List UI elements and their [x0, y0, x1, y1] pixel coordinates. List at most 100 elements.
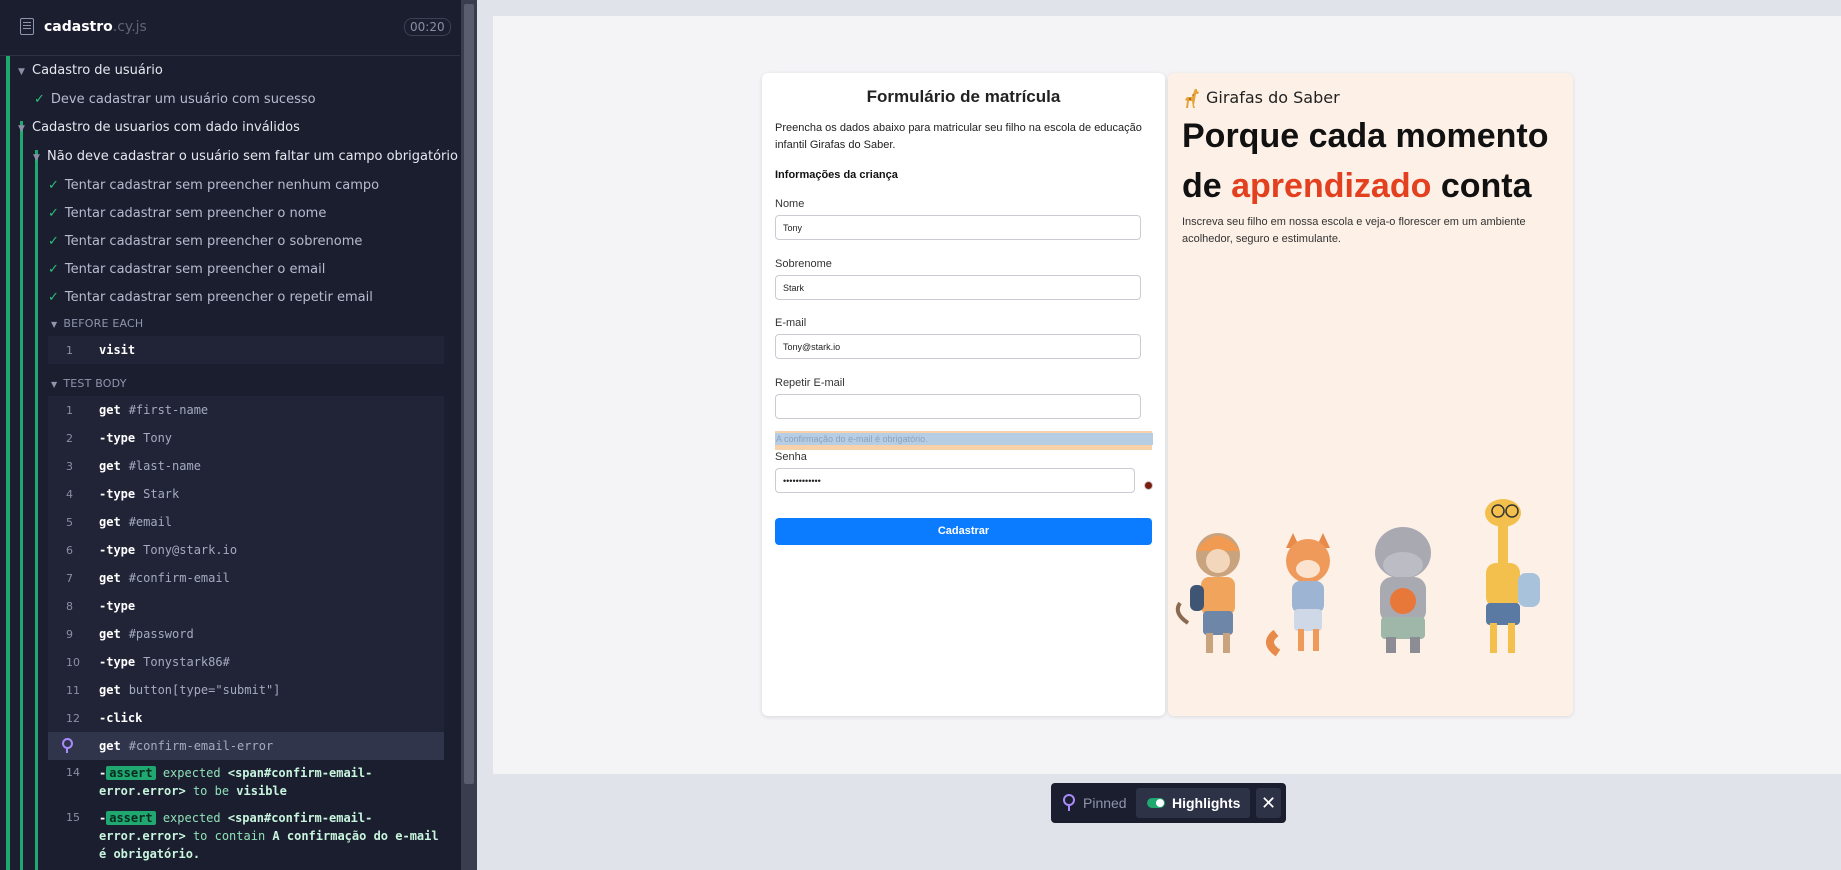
command-name: get #first-name	[99, 403, 209, 417]
form-intro: Preencha os dados abaixo para matricular…	[775, 122, 1142, 151]
suite-row[interactable]: ▼ Não deve cadastrar o usuário sem faltar…	[33, 149, 458, 164]
pin-icon	[62, 738, 73, 753]
command-name: -type	[99, 599, 136, 613]
check-icon: ✓	[48, 206, 59, 221]
command-name: -type Tony	[99, 431, 173, 445]
command-row-pinned[interactable]: get #confirm-email-error	[48, 732, 444, 760]
chevron-down-icon: ▼	[33, 153, 40, 163]
test-row[interactable]: ✓ Tentar cadastrar sem preencher nenhum c…	[48, 178, 379, 193]
enrollment-form: Formulário de matrícula Preencha os dado…	[762, 73, 1165, 716]
command-number: 7	[66, 572, 73, 585]
command-name: get #confirm-email	[99, 571, 230, 585]
command-message: Tony@stark.io	[143, 543, 238, 557]
command-row[interactable]: 4 -type Stark	[48, 480, 444, 508]
command-row[interactable]: 10 -type Tonystark86#	[48, 648, 444, 676]
pin-icon	[1063, 794, 1075, 811]
password-input[interactable]: ••••••••••••	[775, 468, 1135, 493]
command-number: 10	[66, 656, 80, 669]
suite-row[interactable]: ▼ Cadastro de usuarios com dado inválidos	[18, 120, 300, 135]
chevron-down-icon: ▼	[51, 380, 58, 389]
command-row[interactable]: 1 get #first-name	[48, 396, 444, 424]
reporter-scrollbar[interactable]: ▲	[461, 0, 477, 870]
check-icon: ✓	[48, 290, 59, 305]
test-row[interactable]: ✓ Tentar cadastrar sem preencher o sobren…	[48, 234, 362, 249]
check-icon: ✓	[48, 234, 59, 249]
hero-subtitle: Inscreva seu filho em nossa escola e vej…	[1182, 216, 1526, 245]
command-name: -type Tonystark86#	[99, 655, 230, 669]
spec-title[interactable]: cadastro.cy.js	[44, 19, 147, 35]
highlights-label: Highlights	[1172, 795, 1241, 811]
test-row[interactable]: ✓ Tentar cadastrar sem preencher o repeti…	[48, 290, 373, 305]
command-row[interactable]: 8 -type	[48, 592, 444, 620]
command-number: 12	[66, 712, 80, 725]
email-label: E-mail	[775, 317, 807, 329]
command-log: cadastro.cy.js 00:20 ▼ Cadastro de usuári…	[0, 0, 465, 870]
last-name-input[interactable]: Stark	[775, 275, 1141, 300]
command-name: get #email	[99, 515, 173, 529]
password-label: Senha	[775, 451, 807, 463]
chevron-down-icon: ▼	[18, 67, 25, 77]
hook-test-body[interactable]: ▼ TEST BODY	[51, 377, 127, 390]
suite-row[interactable]: ▼ Cadastro de usuário	[18, 63, 163, 78]
assert-row[interactable]: 14 - assert expected <span#confirm-email-…	[48, 760, 444, 802]
kids-illustration	[1175, 499, 1540, 657]
command-number: 1	[66, 404, 73, 417]
command-row[interactable]: 12 -click	[48, 704, 444, 732]
command-message: #first-name	[128, 403, 209, 417]
command-name: -type Tony@stark.io	[99, 543, 238, 557]
command-row[interactable]: 1 visit	[48, 336, 444, 364]
test-row[interactable]: ✓ Tentar cadastrar sem preencher o nome	[48, 206, 326, 221]
close-button[interactable]: ✕	[1256, 788, 1281, 818]
command-name: -type Stark	[99, 487, 180, 501]
pass-indicator	[20, 121, 23, 870]
toggle-icon[interactable]	[1147, 798, 1165, 808]
command-row[interactable]: 6 -type Tony@stark.io	[48, 536, 444, 564]
command-row[interactable]: 5 get #email	[48, 508, 444, 536]
hero-headline: Porque cada momento de aprendizado conta	[1182, 117, 1549, 205]
pinned-toolbar: Pinned Highlights ✕	[1051, 783, 1286, 823]
command-name: get button[type="submit"]	[99, 683, 281, 697]
hook-before-each[interactable]: ▼ BEFORE EACH	[51, 317, 143, 330]
pass-indicator	[35, 150, 38, 870]
test-row[interactable]: ✓ Deve cadastrar um usuário com sucesso	[34, 92, 316, 107]
check-icon: ✓	[34, 92, 45, 107]
command-number: 6	[66, 544, 73, 557]
command-message: #last-name	[128, 459, 201, 473]
command-message: Tony	[143, 431, 173, 445]
show-password-icon[interactable]	[1144, 481, 1153, 490]
command-row[interactable]: 11 get button[type="submit"]	[48, 676, 444, 704]
command-message: Stark	[143, 487, 180, 501]
command-number: 11	[66, 684, 80, 697]
file-icon	[20, 18, 34, 35]
app-preview	[493, 16, 1841, 774]
test-row[interactable]: ✓ Tentar cadastrar sem preencher o email	[48, 262, 325, 277]
command-number: 8	[66, 600, 73, 613]
pinned-label: Pinned	[1083, 795, 1127, 811]
highlights-toggle[interactable]: Highlights	[1136, 788, 1250, 818]
command-row[interactable]: 9 get #password	[48, 620, 444, 648]
brand-name: Girafas do Saber	[1206, 88, 1340, 107]
section-title: Informações da criança	[775, 169, 898, 181]
submit-button[interactable]: Cadastrar	[775, 518, 1152, 545]
first-name-label: Nome	[775, 198, 805, 210]
command-number: 2	[66, 432, 73, 445]
command-name: get #last-name	[99, 459, 201, 473]
command-row[interactable]: 3 get #last-name	[48, 452, 444, 480]
form-title: Formulário de matrícula	[866, 87, 1061, 106]
command-message: #password	[128, 627, 194, 641]
command-row[interactable]: 7 get #confirm-email	[48, 564, 444, 592]
command-number: 9	[66, 628, 73, 641]
promo-panel: Girafas do Saber Porque cada momento de …	[1168, 73, 1573, 716]
command-name: get #password	[99, 627, 194, 641]
command-message: Tonystark86#	[143, 655, 230, 669]
assert-message: - assert expected <span#confirm-email-err…	[99, 766, 373, 798]
check-icon: ✓	[48, 262, 59, 277]
scrollbar-thumb[interactable]	[464, 4, 474, 784]
command-number: 4	[66, 488, 73, 501]
command-message: #email	[128, 515, 173, 529]
command-row[interactable]: 2 -type Tony	[48, 424, 444, 452]
first-name-input[interactable]: Tony	[775, 215, 1141, 240]
assert-row[interactable]: 15 - assert expected <span#confirm-email-…	[48, 805, 444, 867]
email-input[interactable]: Tony@stark.io	[775, 334, 1141, 359]
confirm-email-input[interactable]	[775, 394, 1141, 419]
